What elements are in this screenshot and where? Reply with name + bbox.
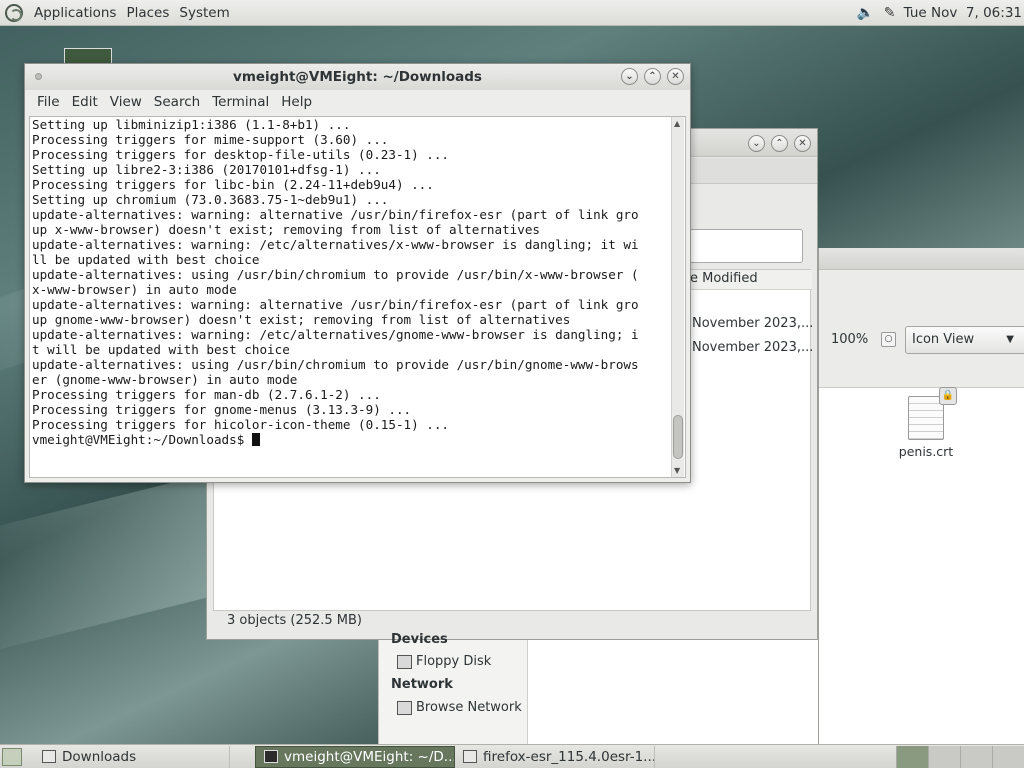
file-window-toolbar: 100% ○ Icon View ▼ — [819, 270, 1024, 388]
folder-icon — [42, 750, 56, 763]
menu-file[interactable]: File — [31, 94, 66, 110]
terminal-titlebar[interactable]: vmeight@VMEight: ~/Downloads ⌄ ⌃ ✕ — [25, 64, 690, 90]
task-downloads[interactable]: Downloads — [34, 745, 230, 768]
file-window-titlebar[interactable] — [819, 248, 1024, 270]
terminal-line: ll be updated with best choice — [32, 252, 260, 267]
sidebar-item-label: Floppy Disk — [416, 654, 492, 669]
workspace-2[interactable] — [928, 745, 960, 768]
workspace-4[interactable] — [992, 745, 1024, 768]
modified-cell: November 2023,... — [692, 340, 812, 355]
menu-terminal[interactable]: Terminal — [206, 94, 275, 110]
text-cursor — [251, 433, 260, 446]
terminal-line: Processing triggers for gnome-menus (3.1… — [32, 402, 412, 417]
location-input[interactable] — [677, 229, 803, 263]
terminal-line: Setting up libre2-3:i386 (20170101+dfsg-… — [32, 162, 381, 177]
view-mode-select[interactable]: Icon View ▼ — [905, 326, 1024, 354]
file-name: penis.crt — [898, 444, 954, 459]
minimize-button[interactable]: ⌄ — [748, 135, 765, 152]
terminal-line: update-alternatives: warning: alternativ… — [32, 207, 639, 222]
terminal-line: Processing triggers for desktop-file-uti… — [32, 147, 450, 162]
maximize-button[interactable]: ⌃ — [771, 135, 788, 152]
chevron-down-icon: ▼ — [1006, 334, 1014, 345]
terminal-line: update-alternatives: warning: /etc/alter… — [32, 327, 639, 342]
bottom-panel: Downloads vmeight@VMEight: ~/D... firefo… — [0, 744, 1024, 768]
scrollbar-thumb[interactable] — [673, 415, 683, 459]
file-window-right: 100% ○ Icon View ▼ 🔒 penis.crt — [818, 248, 1024, 744]
column-header-modified[interactable]: e Modified — [684, 270, 812, 290]
task-label: firefox-esr_115.4.0esr-1... — [483, 748, 655, 765]
file-icon-item[interactable]: 🔒 penis.crt — [891, 387, 961, 459]
volume-icon[interactable]: 🔈 — [856, 4, 876, 22]
window-title: vmeight@VMEight: ~/Downloads — [233, 69, 482, 85]
terminal-line: update-alternatives: using /usr/bin/chro… — [32, 357, 639, 372]
terminal-prompt: vmeight@VMEight:~/Downloads$ — [32, 432, 672, 447]
distro-logo-icon[interactable] — [5, 3, 23, 22]
system-menu[interactable]: System — [174, 5, 234, 21]
sidebar-item-floppy[interactable]: Floppy Disk — [397, 654, 491, 669]
scrollbar[interactable]: ▲ ▼ — [671, 117, 684, 477]
applications-menu[interactable]: Applications — [29, 5, 121, 21]
terminal-output[interactable]: Setting up libminizip1:i386 (1.1-8+b1) .… — [29, 116, 686, 478]
terminal-line: Setting up libminizip1:i386 (1.1-8+b1) .… — [32, 117, 351, 132]
status-bar-text: 3 objects (252.5 MB) — [227, 613, 362, 628]
places-menu[interactable]: Places — [121, 5, 174, 21]
menu-search[interactable]: Search — [148, 94, 206, 110]
menu-view[interactable]: View — [104, 94, 148, 110]
workspace-switcher[interactable] — [896, 745, 1024, 768]
close-button[interactable]: ✕ — [667, 68, 684, 85]
document-icon: 🔒 — [908, 387, 957, 440]
terminal-line: Processing triggers for libc-bin (2.24-1… — [32, 177, 434, 192]
network-icon — [397, 700, 412, 715]
workspace-3[interactable] — [960, 745, 992, 768]
workspace-1[interactable] — [896, 745, 928, 768]
task-label: Downloads — [62, 748, 137, 765]
top-panel: Applications Places System 🔈 ✎ Tue Nov 7… — [0, 0, 1024, 26]
menu-help[interactable]: Help — [275, 94, 318, 110]
network-heading: Network — [391, 677, 453, 692]
sidebar-item-browse-network[interactable]: Browse Network — [397, 700, 522, 715]
maximize-button[interactable]: ⌃ — [644, 68, 661, 85]
lock-icon: 🔒 — [939, 387, 957, 405]
task-terminal[interactable]: vmeight@VMEight: ~/D... — [255, 745, 455, 768]
task-firefox-download[interactable]: firefox-esr_115.4.0esr-1... — [455, 745, 655, 768]
terminal-line: er (gnome-www-browser) in auto mode — [32, 372, 298, 387]
zoom-level: 100% — [831, 332, 869, 347]
minimize-button[interactable]: ⌄ — [621, 68, 638, 85]
terminal-line: update-alternatives: using /usr/bin/chro… — [32, 267, 639, 282]
sidebar-item-label: Browse Network — [416, 700, 522, 715]
terminal-text: Setting up libminizip1:i386 (1.1-8+b1) .… — [32, 117, 672, 447]
terminal-window: vmeight@VMEight: ~/Downloads ⌄ ⌃ ✕ File … — [24, 63, 691, 483]
network-icon[interactable]: ✎ — [880, 4, 900, 22]
floppy-disk-icon — [397, 654, 412, 669]
terminal-menubar: File Edit View Search Terminal Help — [25, 90, 690, 114]
terminal-line: x-www-browser) in auto mode — [32, 282, 237, 297]
terminal-line: up x-www-browser) doesn't exist; removin… — [32, 222, 540, 237]
terminal-line: Setting up chromium (73.0.3683.75-1~deb9… — [32, 192, 389, 207]
terminal-line: Processing triggers for hicolor-icon-the… — [32, 417, 450, 432]
package-icon — [463, 750, 477, 763]
zoom-reset-icon[interactable]: ○ — [881, 332, 896, 347]
modified-cell: November 2023,... — [692, 316, 812, 331]
scroll-down-icon[interactable]: ▼ — [674, 466, 680, 475]
file-area[interactable] — [528, 640, 818, 744]
prompt-text: vmeight@VMEight:~/Downloads$ — [32, 432, 252, 447]
close-button[interactable]: ✕ — [794, 135, 811, 152]
task-label: vmeight@VMEight: ~/D... — [284, 748, 455, 765]
terminal-line: Processing triggers for man-db (2.7.6.1-… — [32, 387, 381, 402]
terminal-line: t will be updated with best choice — [32, 342, 290, 357]
places-sidebar: Devices Floppy Disk Network Browse Netwo… — [378, 632, 528, 744]
terminal-icon — [264, 750, 278, 763]
view-mode-label: Icon View — [912, 332, 975, 347]
window-menu-icon[interactable] — [35, 73, 42, 80]
show-desktop-button[interactable] — [2, 747, 22, 766]
terminal-line: up gnome-www-browser) doesn't exist; rem… — [32, 312, 571, 327]
terminal-line: update-alternatives: warning: alternativ… — [32, 297, 639, 312]
devices-heading: Devices — [391, 632, 448, 647]
clock[interactable]: Tue Nov 7, 06:31 — [904, 5, 1022, 21]
scroll-up-icon[interactable]: ▲ — [674, 119, 680, 128]
terminal-line: update-alternatives: warning: /etc/alter… — [32, 237, 639, 252]
menu-edit[interactable]: Edit — [66, 94, 104, 110]
terminal-line: Processing triggers for mime-support (3.… — [32, 132, 389, 147]
